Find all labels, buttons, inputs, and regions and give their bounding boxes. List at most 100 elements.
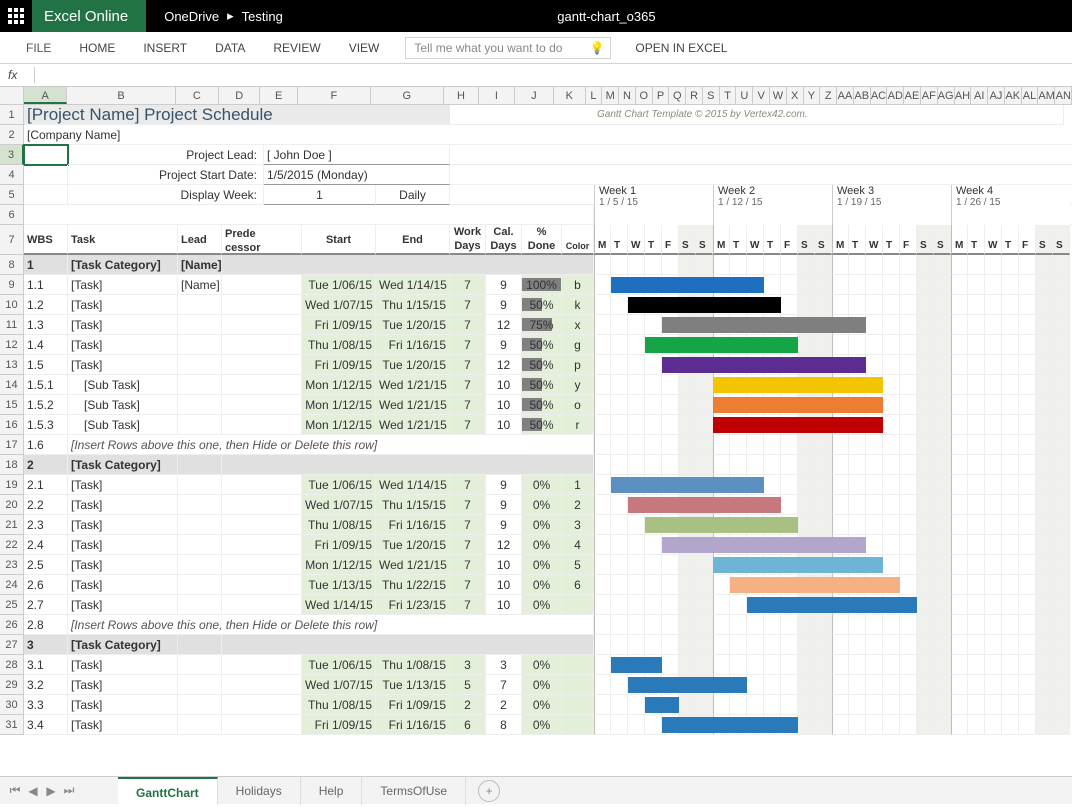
- cell[interactable]: [178, 495, 222, 515]
- cell[interactable]: [866, 475, 883, 495]
- cell[interactable]: W: [747, 225, 764, 255]
- cell[interactable]: 50%: [522, 375, 562, 395]
- gantt-bar[interactable]: [628, 497, 781, 513]
- cell[interactable]: [1019, 315, 1036, 335]
- cell[interactable]: [594, 635, 611, 655]
- cell[interactable]: 7: [450, 395, 486, 415]
- column-header[interactable]: X: [787, 87, 804, 104]
- cell[interactable]: [985, 315, 1002, 335]
- cell[interactable]: Thu 1/08/15: [302, 335, 376, 355]
- cell[interactable]: [951, 395, 968, 415]
- cell[interactable]: [1036, 355, 1053, 375]
- cell[interactable]: [764, 435, 781, 455]
- cell[interactable]: Tue 1/13/15: [302, 575, 376, 595]
- cell[interactable]: [985, 255, 1002, 275]
- cell[interactable]: [764, 255, 781, 275]
- cell[interactable]: [713, 255, 730, 275]
- cell[interactable]: [815, 715, 832, 735]
- cell[interactable]: [849, 635, 866, 655]
- cell[interactable]: [1002, 655, 1019, 675]
- cell[interactable]: [985, 415, 1002, 435]
- cell[interactable]: 7: [450, 475, 486, 495]
- cell[interactable]: End: [376, 225, 450, 255]
- cell[interactable]: 10: [486, 575, 522, 595]
- cell[interactable]: [883, 355, 900, 375]
- cell[interactable]: [222, 495, 302, 515]
- cell[interactable]: [968, 555, 985, 575]
- cell[interactable]: [628, 695, 645, 715]
- cell[interactable]: [662, 455, 679, 475]
- cell[interactable]: [178, 695, 222, 715]
- cell[interactable]: [Name]: [178, 255, 222, 275]
- cell[interactable]: [883, 255, 900, 275]
- cell[interactable]: [764, 635, 781, 655]
- cell[interactable]: [611, 295, 628, 315]
- cell[interactable]: [628, 555, 645, 575]
- cell[interactable]: [934, 575, 951, 595]
- cell[interactable]: [1019, 555, 1036, 575]
- cell[interactable]: [679, 615, 696, 635]
- tell-me-input[interactable]: Tell me what you want to do 💡: [405, 37, 611, 59]
- cell[interactable]: [900, 535, 917, 555]
- cell[interactable]: [1053, 575, 1070, 595]
- sheet-nav-first-icon[interactable]: ⏮: [6, 782, 24, 800]
- cell[interactable]: [832, 435, 849, 455]
- cell[interactable]: [178, 125, 1072, 145]
- project-start-date[interactable]: 1/5/2015 (Monday): [264, 165, 450, 185]
- cell[interactable]: [951, 535, 968, 555]
- cell[interactable]: [645, 595, 662, 615]
- cell[interactable]: [Sub Task]: [68, 375, 178, 395]
- cell[interactable]: [628, 615, 645, 635]
- cell[interactable]: [1002, 495, 1019, 515]
- cell[interactable]: [1053, 295, 1070, 315]
- column-header[interactable]: AN: [1055, 87, 1072, 104]
- cell[interactable]: [951, 595, 968, 615]
- cell[interactable]: [679, 635, 696, 655]
- cell[interactable]: Mon 1/12/15: [302, 375, 376, 395]
- cell[interactable]: 50%: [522, 355, 562, 375]
- cell[interactable]: Tue 1/06/15: [302, 275, 376, 295]
- cell[interactable]: [1053, 315, 1070, 335]
- cell[interactable]: [883, 675, 900, 695]
- gantt-bar[interactable]: [730, 577, 900, 593]
- cell[interactable]: [Name]: [178, 275, 222, 295]
- cell[interactable]: [178, 655, 222, 675]
- cell[interactable]: [222, 395, 302, 415]
- cell[interactable]: [849, 495, 866, 515]
- cell[interactable]: 7: [450, 275, 486, 295]
- column-header[interactable]: AM: [1038, 87, 1055, 104]
- cell[interactable]: [662, 255, 679, 275]
- column-header[interactable]: D: [219, 87, 260, 104]
- cell[interactable]: [611, 575, 628, 595]
- row-header[interactable]: 30: [0, 695, 24, 715]
- cell[interactable]: [628, 255, 645, 275]
- cell[interactable]: Mon 1/12/15: [302, 415, 376, 435]
- cell[interactable]: [Task]: [68, 555, 178, 575]
- cell[interactable]: Thu 1/22/15: [376, 575, 450, 595]
- gantt-bar[interactable]: [645, 697, 679, 713]
- cell[interactable]: [815, 675, 832, 695]
- cell[interactable]: [934, 415, 951, 435]
- cell[interactable]: [611, 255, 628, 275]
- gantt-bar[interactable]: [662, 537, 866, 553]
- cell[interactable]: [178, 375, 222, 395]
- gantt-bar[interactable]: [611, 657, 662, 673]
- cell[interactable]: [917, 275, 934, 295]
- ribbon-tab-insert[interactable]: INSERT: [129, 32, 201, 64]
- cell[interactable]: [1053, 275, 1070, 295]
- cell[interactable]: [917, 395, 934, 415]
- cell[interactable]: S: [934, 225, 951, 255]
- column-header[interactable]: U: [736, 87, 753, 104]
- cell[interactable]: [222, 275, 302, 295]
- cell[interactable]: 2.4: [24, 535, 68, 555]
- cell[interactable]: [628, 595, 645, 615]
- gantt-bar[interactable]: [645, 517, 798, 533]
- cell[interactable]: [Task]: [68, 355, 178, 375]
- cell[interactable]: [679, 395, 696, 415]
- cell[interactable]: [1019, 515, 1036, 535]
- cell[interactable]: [900, 355, 917, 375]
- cell[interactable]: [178, 475, 222, 495]
- cell[interactable]: [764, 695, 781, 715]
- cell[interactable]: [1053, 635, 1070, 655]
- cell[interactable]: [951, 615, 968, 635]
